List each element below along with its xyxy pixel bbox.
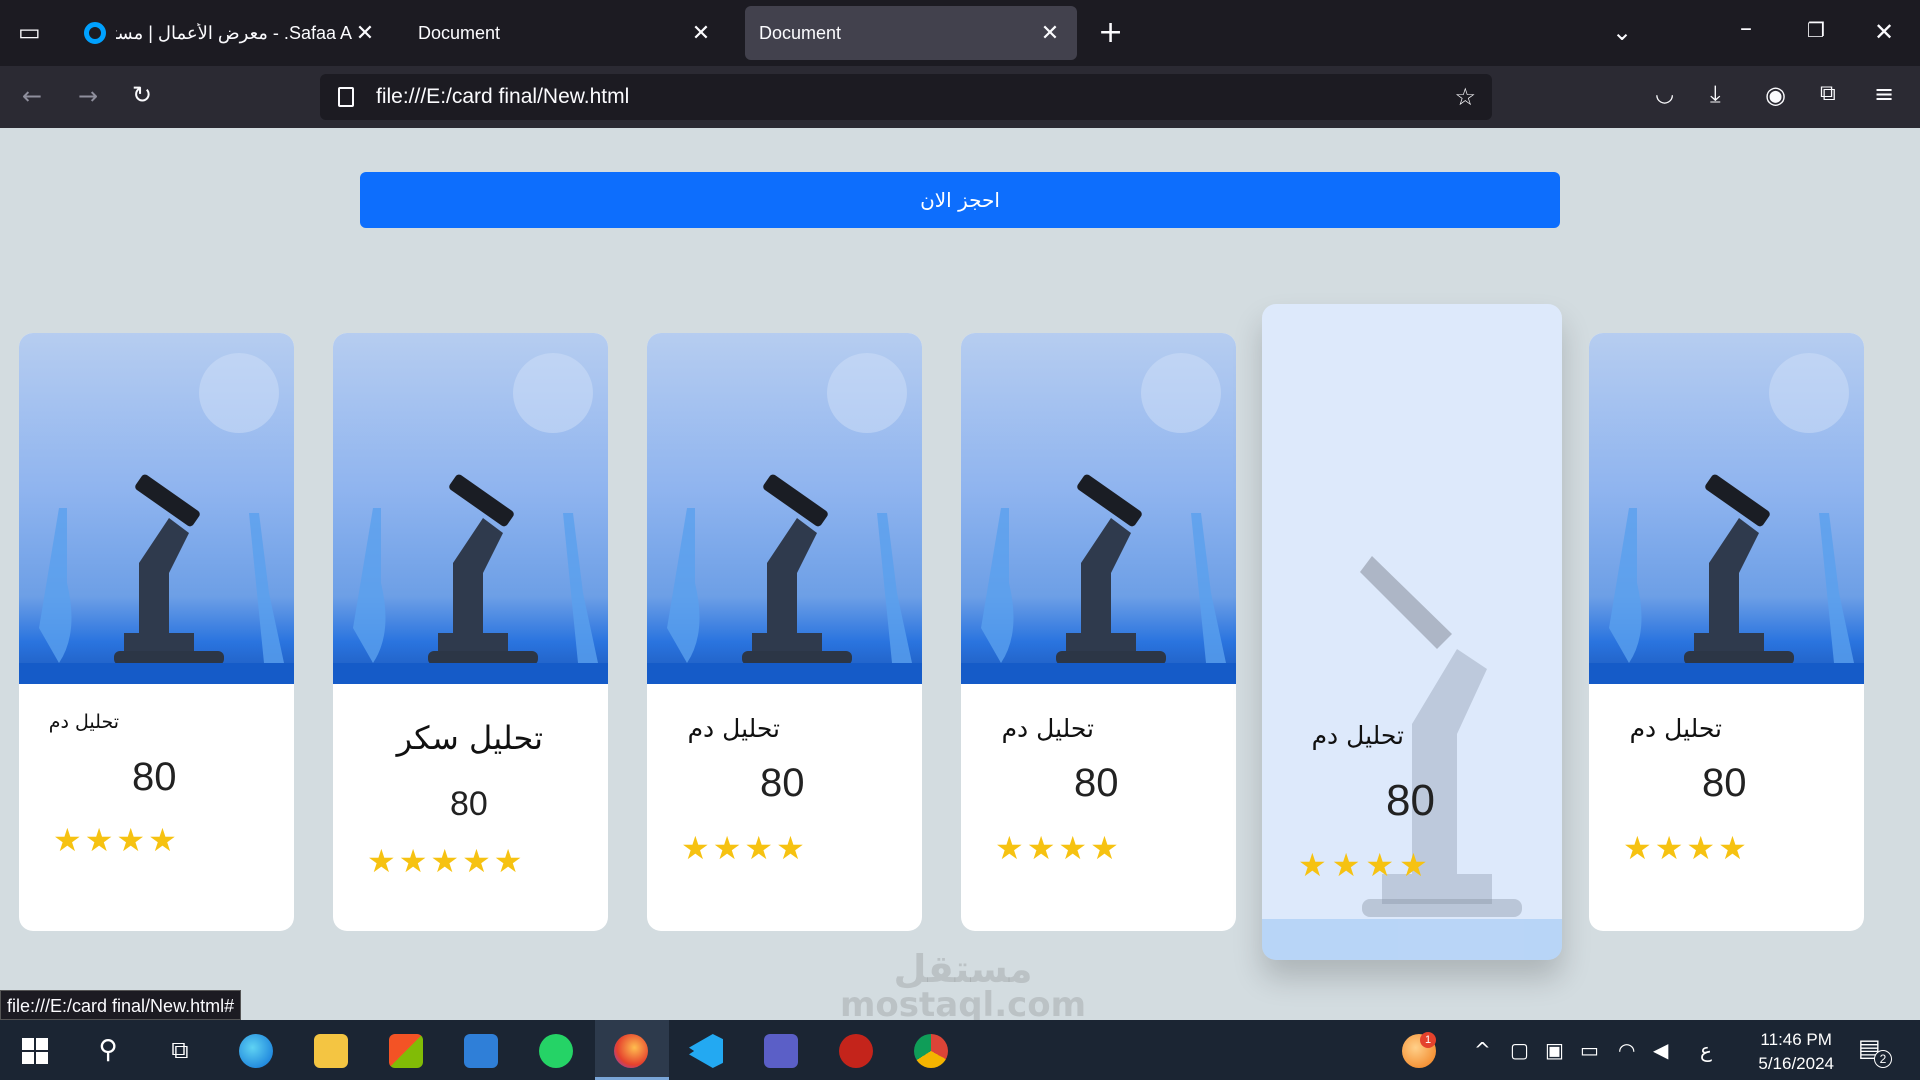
forward-icon[interactable]: → (78, 84, 98, 108)
watermark-arabic: مستقل (893, 947, 1033, 991)
system-clock[interactable]: 11:46 PM 5/16/2024 (1758, 1028, 1834, 1076)
tab-title: Document (759, 22, 842, 43)
extensions-icon[interactable]: ⧉ (1820, 83, 1836, 105)
service-card[interactable]: تحليل سكر 80 ★★★★★ (333, 333, 608, 931)
back-icon[interactable]: ← (22, 84, 42, 108)
card-title: تحليل دم (1001, 714, 1094, 743)
show-hidden-icons-chevron-icon[interactable]: ^ (1474, 1038, 1491, 1062)
service-card-featured[interactable]: تحليل دم 80 ★★★★ (1262, 304, 1562, 960)
bookmark-star-icon[interactable]: ☆ (1454, 83, 1476, 112)
microscope-image (1589, 333, 1864, 684)
input-language[interactable]: ع (1700, 1038, 1712, 1062)
notification-count: 2 (1874, 1050, 1892, 1068)
rating-stars: ★★★★ (681, 829, 808, 867)
tab-overview-icon[interactable]: ▭ (18, 20, 41, 44)
pocket-icon[interactable]: ◡ (1655, 84, 1674, 106)
downloads-icon[interactable]: ⤓ (1710, 82, 1721, 106)
rating-stars: ★★★★ (1623, 829, 1750, 867)
mostaql-favicon-icon (84, 22, 106, 44)
rating-stars: ★★★★ (1298, 846, 1433, 884)
vscode-icon[interactable] (689, 1034, 723, 1068)
card-title: تحليل دم (1311, 721, 1404, 750)
whatsapp-icon[interactable] (539, 1034, 573, 1068)
close-tab-icon[interactable]: ✕ (352, 20, 378, 46)
microscope-image (19, 333, 294, 684)
close-tab-icon[interactable]: ✕ (1037, 20, 1063, 46)
clock-date: 5/16/2024 (1758, 1054, 1834, 1073)
address-bar[interactable]: file:///E:/card final/New.html ☆ (320, 74, 1492, 120)
card-price: 80 (1074, 761, 1119, 805)
url-text: file:///E:/card final/New.html (376, 85, 630, 108)
tab-title: Document (418, 22, 501, 43)
rating-stars: ★★★★ (53, 821, 180, 859)
card-title: تحليل دم (1629, 714, 1722, 743)
card-title: تحليل دم (687, 714, 780, 743)
watermark-latin: mostaql.com (840, 985, 1087, 1025)
tab-title: Safaa A. - معرض الأعمال | مستقل (116, 22, 352, 43)
card-title: تحليل سكر (396, 719, 543, 757)
edge-icon[interactable] (239, 1034, 273, 1068)
rating-stars: ★★★★ (995, 829, 1122, 867)
tab-mostaql[interactable]: Safaa A. - معرض الأعمال | مستقل ✕ (70, 6, 392, 60)
wifi-icon[interactable]: ◠ (1618, 1038, 1635, 1062)
mail-icon[interactable] (464, 1034, 498, 1068)
microsoft-store-icon[interactable] (389, 1034, 423, 1068)
weather-badge: 1 (1420, 1032, 1436, 1048)
service-card[interactable]: تحليل دم 80 ★★★★ (1589, 333, 1864, 931)
page-icon (338, 87, 354, 107)
service-card[interactable]: تحليل دم 80 ★★★★ (961, 333, 1236, 931)
card-title: تحليل دم (48, 711, 119, 733)
card-price: 80 (760, 761, 805, 805)
firefox-icon[interactable] (614, 1034, 648, 1068)
task-view-icon[interactable]: ⧉ (160, 1030, 200, 1070)
microscope-image (333, 333, 608, 684)
new-tab-button[interactable]: + (1098, 18, 1123, 48)
nav-bar: ← → ↻ file:///E:/card final/New.html ☆ ◡… (0, 66, 1920, 128)
battery-icon[interactable]: ▭ (1580, 1038, 1599, 1062)
rating-stars: ★★★★★ (367, 842, 526, 880)
meet-now-icon[interactable]: ▢ (1510, 1038, 1529, 1062)
service-card[interactable]: تحليل دم 80 ★★★★ (19, 333, 294, 931)
volume-icon[interactable]: ◀ (1653, 1038, 1668, 1062)
teams-icon[interactable] (764, 1034, 798, 1068)
clock-time: 11:46 PM (1760, 1030, 1832, 1049)
menu-icon[interactable]: ≡ (1874, 82, 1894, 106)
minimize-icon[interactable]: – (1740, 16, 1752, 40)
chrome-icon[interactable] (914, 1034, 948, 1068)
security-icon[interactable]: ▣ (1545, 1038, 1564, 1062)
card-price: 80 (132, 755, 177, 799)
mostaql-watermark: مستقل mostaql.com (840, 950, 1086, 1022)
list-tabs-chevron-icon[interactable]: ⌄ (1612, 20, 1632, 44)
windows-taskbar: ⚲ ⧉ 1 ^ ▢ ▣ ▭ ◠ ◀ ع 11:46 PM 5/16/2024 ▤… (0, 1020, 1920, 1080)
close-tab-icon[interactable]: ✕ (688, 20, 714, 46)
card-price: 80 (1702, 761, 1747, 805)
restore-icon[interactable]: ❐ (1807, 20, 1825, 40)
file-explorer-icon[interactable] (314, 1034, 348, 1068)
microscope-image (961, 333, 1236, 684)
status-link-preview: file:///E:/card final/New.html# (0, 990, 242, 1020)
book-now-button[interactable]: احجز الان (360, 172, 1560, 228)
tab-document-2[interactable]: Document ✕ (745, 6, 1077, 60)
tab-document-1[interactable]: Document ✕ (404, 6, 728, 60)
reload-icon[interactable]: ↻ (132, 83, 152, 107)
search-icon[interactable]: ⚲ (88, 1030, 128, 1070)
app-red-icon[interactable] (839, 1034, 873, 1068)
card-price: 80 (450, 785, 488, 823)
card-price: 80 (1386, 776, 1435, 825)
tab-bar: ▭ Safaa A. - معرض الأعمال | مستقل ✕ Docu… (0, 0, 1920, 66)
windows-start-icon[interactable] (22, 1038, 48, 1064)
microscope-image (647, 333, 922, 684)
account-icon[interactable]: ◉ (1765, 83, 1786, 107)
service-card[interactable]: تحليل دم 80 ★★★★ (647, 333, 922, 931)
window-close-icon[interactable]: ✕ (1874, 20, 1894, 44)
